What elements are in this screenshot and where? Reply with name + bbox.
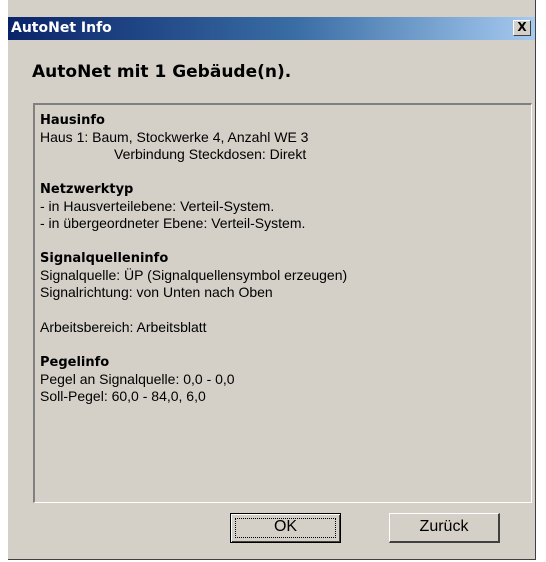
close-button[interactable]: X [513,20,531,36]
autonet-info-dialog: AutoNet Info X AutoNet mit 1 Gebäude(n).… [8,0,536,560]
hausinfo-title: Hausinfo [40,113,105,128]
pegelinfo-line-1: Pegel an Signalquelle: 0,0 - 0,0 [40,371,235,387]
title-bar[interactable]: AutoNet Info X [8,17,535,40]
hausinfo-line-2: Verbindung Steckdosen: Direkt [114,146,307,162]
hausinfo-line-1: Haus 1: Baum, Stockwerke 4, Anzahl WE 3 [40,129,309,145]
info-panel: Hausinfo Haus 1: Baum, Stockwerke 4, Anz… [33,103,532,503]
back-button[interactable]: Zurück [389,513,500,543]
close-icon: X [517,20,527,34]
netzwerktyp-title: Netzwerktyp [40,182,134,197]
ok-button[interactable]: OK [230,513,341,543]
ok-button-label: OK [273,518,298,535]
pegelinfo-title: Pegelinfo [40,355,110,370]
signalquelleninfo-title: Signalquelleninfo [40,251,169,266]
arbeitsbereich-line: Arbeitsbereich: Arbeitsblatt [40,319,207,335]
signalquelleninfo-line-1: Signalquelle: ÜP (Signalquellensymbol er… [40,267,348,283]
netzwerktyp-line-1: - in Hausverteilebene: Verteil-System. [40,198,275,214]
back-button-label: Zurück [419,518,469,535]
signalquelleninfo-line-2: Signalrichtung: von Unten nach Oben [40,284,273,300]
netzwerktyp-line-2: - in übergeordneter Ebene: Verteil-Syste… [40,215,306,231]
pegelinfo-line-2: Soll-Pegel: 60,0 - 84,0, 6,0 [40,388,206,404]
dialog-heading: AutoNet mit 1 Gebäude(n). [32,62,292,82]
window-title: AutoNet Info [11,20,112,36]
